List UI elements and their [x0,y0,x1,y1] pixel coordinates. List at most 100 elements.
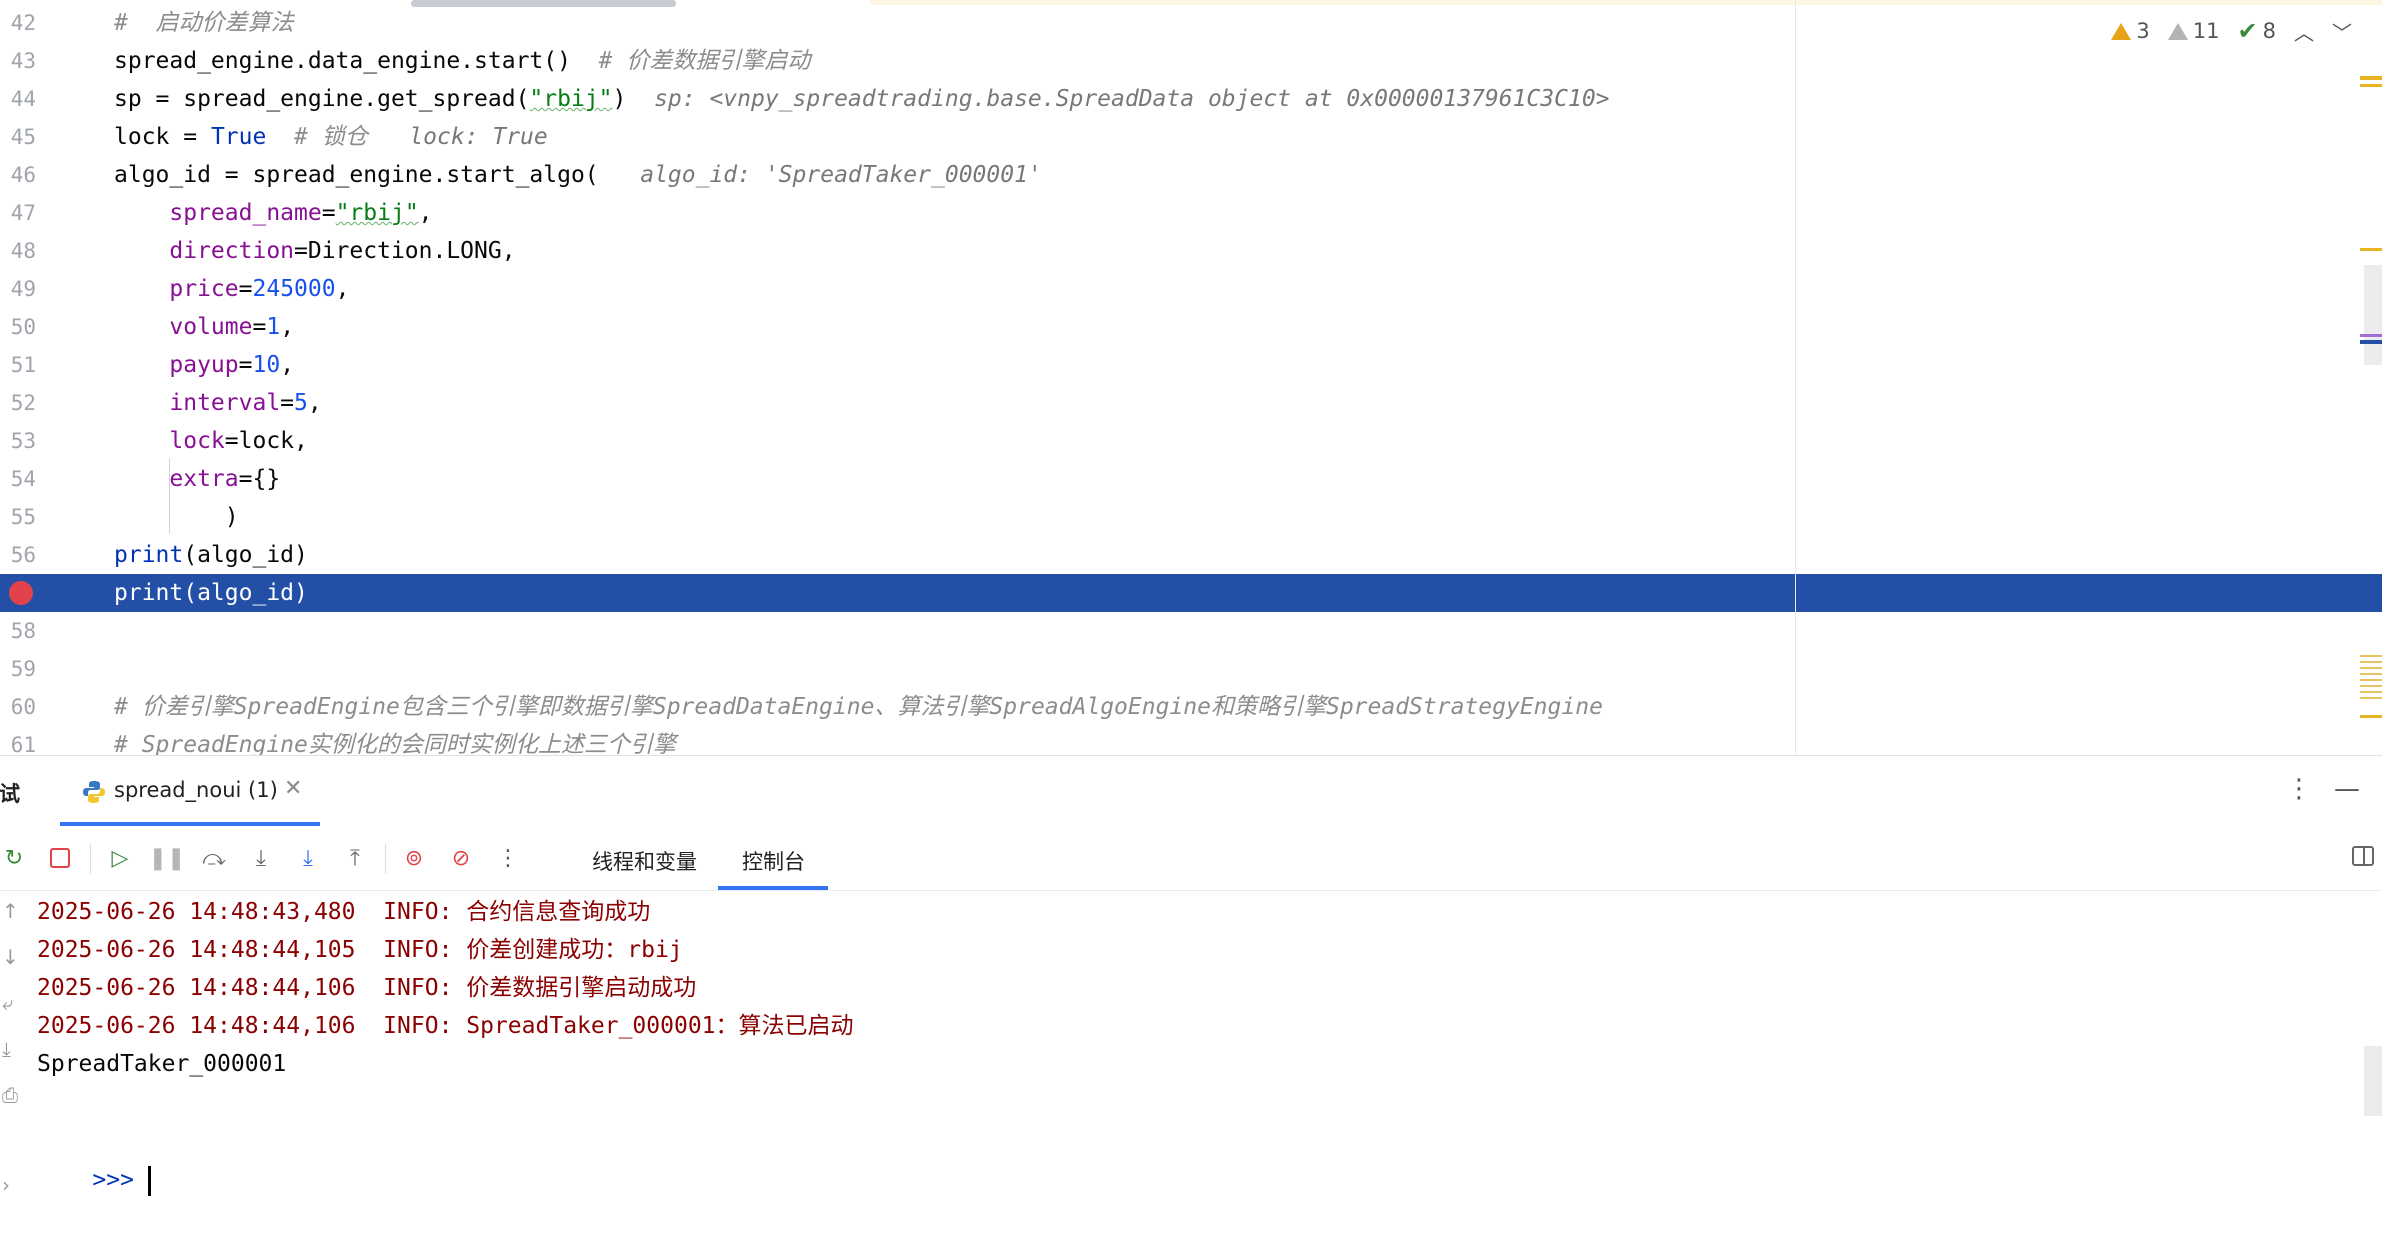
code-text: lock = True # 锁仓 lock: True [114,118,548,156]
stripe-mark[interactable] [2360,248,2382,251]
stripe-mark[interactable] [2360,655,2382,700]
line-number[interactable]: 50 [0,308,36,346]
layout-settings-icon[interactable] [2352,846,2374,866]
code-line[interactable]: 43 spread_engine.data_engine.start() # 价差… [0,42,2382,80]
stripe-mark[interactable] [2360,340,2382,344]
close-tab-icon[interactable]: ✕ [284,776,302,801]
soft-wrap-icon[interactable]: ⤶ [2,991,13,1015]
line-number[interactable]: 43 [0,42,36,80]
code-token: payup [169,352,239,378]
code-line[interactable]: 47 spread_name="rbij", [0,194,2382,232]
tab-spread-noui[interactable]: spread_noui (1) ✕ [60,756,320,828]
code-text: ) [114,498,239,536]
tab-console[interactable]: 控制台 [742,846,805,876]
code-token: 245000 [252,276,336,302]
code-token: direction [169,238,295,264]
weak-warnings-indicator[interactable]: 11 [2167,19,2220,43]
line-number[interactable]: 55 [0,498,36,536]
minimize-icon[interactable]: — [2334,774,2360,804]
inspection-widget[interactable]: 3 11 ✔ 8 ︿ ﹀ [2111,16,2352,46]
stripe-mark[interactable] [2360,84,2382,87]
scroll-to-end-icon[interactable]: ⤓ [2,1037,11,1061]
code-line[interactable]: 56 print(algo_id) [0,536,2382,574]
code-line[interactable]: 60 # 价差引擎SpreadEngine包含三个引擎即数据引擎SpreadDat… [0,688,2382,726]
toolbar-separator [385,844,386,874]
step-over-icon[interactable]: ⤼ [198,842,230,874]
code-line[interactable]: 52 interval=5, [0,384,2382,422]
line-number[interactable]: 48 [0,232,36,270]
print-icon[interactable]: ⎙ [2,1083,18,1107]
stripe-mark[interactable] [2360,334,2382,337]
line-number[interactable]: 46 [0,156,36,194]
console[interactable]: ↑ ↓ ⤶ ⤓ ⎙ › 2025-06-26 14:48:43,480 INFO… [0,891,2382,1215]
console-scrollbar[interactable] [2364,1046,2382,1116]
code-line[interactable]: 53 lock=lock, [0,422,2382,460]
code-token: True [210,124,267,150]
code-text: volume=1, [114,308,294,346]
warnings-indicator[interactable]: 3 [2111,19,2150,43]
line-number[interactable]: 47 [0,194,36,232]
code-line[interactable]: print(algo_id) [0,574,2382,612]
line-number[interactable]: 56 [0,536,36,574]
line-number[interactable]: 53 [0,422,36,460]
code-line[interactable]: 49 price=245000, [0,270,2382,308]
code-line[interactable]: 45 lock = True # 锁仓 lock: True [0,118,2382,156]
step-into-icon[interactable]: ⤓ [245,842,277,874]
expand-icon[interactable]: › [2,1173,10,1197]
weak-warnings-count: 11 [2192,19,2220,43]
rerun-icon[interactable]: ↻ [0,842,30,874]
more-actions-icon[interactable]: ⋮ [492,842,524,874]
tab-threads-variables[interactable]: 线程和变量 [592,846,697,876]
line-number[interactable]: 49 [0,270,36,308]
line-number[interactable]: 58 [0,612,36,650]
code-text: spread_engine.data_engine.start() # 价差数据… [114,42,810,80]
code-line[interactable]: 54 extra={} [0,460,2382,498]
code-line[interactable]: 58 [0,612,2382,650]
code-token: "rbij" [529,86,613,112]
code-line[interactable]: 61 # SpreadEngine实例化的会同时实例化上述三个引擎 [0,726,2382,755]
breakpoint-icon[interactable] [9,581,33,605]
step-out-icon[interactable]: ⤒ [339,842,371,874]
line-number[interactable]: 51 [0,346,36,384]
console-input-line[interactable]: >>> [37,1123,151,1196]
code-token: lock = [114,124,211,150]
pause-icon[interactable]: ❚❚ [149,842,186,874]
code-line[interactable]: 46 algo_id = spread_engine.start_algo( al… [0,156,2382,194]
code-line[interactable]: 51 payup=10, [0,346,2382,384]
code-line[interactable]: 59 [0,650,2382,688]
code-token: algo_id = spread_engine.start_algo( [114,162,641,188]
code-line[interactable]: 44 sp = spread_engine.get_spread("rbij") … [0,80,2382,118]
code-line[interactable]: 48 direction=Direction.LONG, [0,232,2382,270]
code-line[interactable]: 42 # 启动价差算法 [0,4,2382,42]
scroll-up-icon[interactable]: ↑ [2,899,19,923]
scroll-down-icon[interactable]: ↓ [2,945,19,969]
code-text: payup=10, [114,346,294,384]
code-editor[interactable]: 42 # 启动价差算法 43 spread_engine.data_engine.st… [0,0,2382,755]
line-number[interactable]: 61 [0,726,36,755]
line-number[interactable]: 44 [0,80,36,118]
line-number[interactable]: 60 [0,688,36,726]
step-into-my-code-icon[interactable]: ⤓ [292,842,324,874]
more-options-icon[interactable]: ⋮ [2286,774,2312,804]
stripe-mark[interactable] [2360,76,2382,80]
resume-icon[interactable]: ▷ [104,842,136,874]
line-number[interactable]: 42 [0,4,36,42]
warning-icon [2111,22,2132,40]
typos-indicator[interactable]: ✔ 8 [2238,17,2276,45]
view-breakpoints-icon[interactable]: ⊚ [398,842,430,874]
line-number[interactable]: 45 [0,118,36,156]
stripe-mark[interactable] [2360,715,2382,718]
line-number[interactable]: 52 [0,384,36,422]
code-line[interactable]: 50 volume=1, [0,308,2382,346]
vertical-scrollbar[interactable] [2364,265,2382,365]
code-line[interactable]: 55 ) [0,498,2382,536]
line-number[interactable]: 54 [0,460,36,498]
line-number[interactable]: 59 [0,650,36,688]
next-problem-icon[interactable]: ﹀ [2332,17,2352,46]
previous-problem-icon[interactable]: ︿ [2294,17,2314,46]
stop-button[interactable] [44,842,76,874]
console-line: SpreadTaker_000001 [37,1051,287,1077]
mute-breakpoints-icon[interactable]: ⊘ [445,842,477,874]
code-token: # 启动价差算法 [114,10,294,36]
